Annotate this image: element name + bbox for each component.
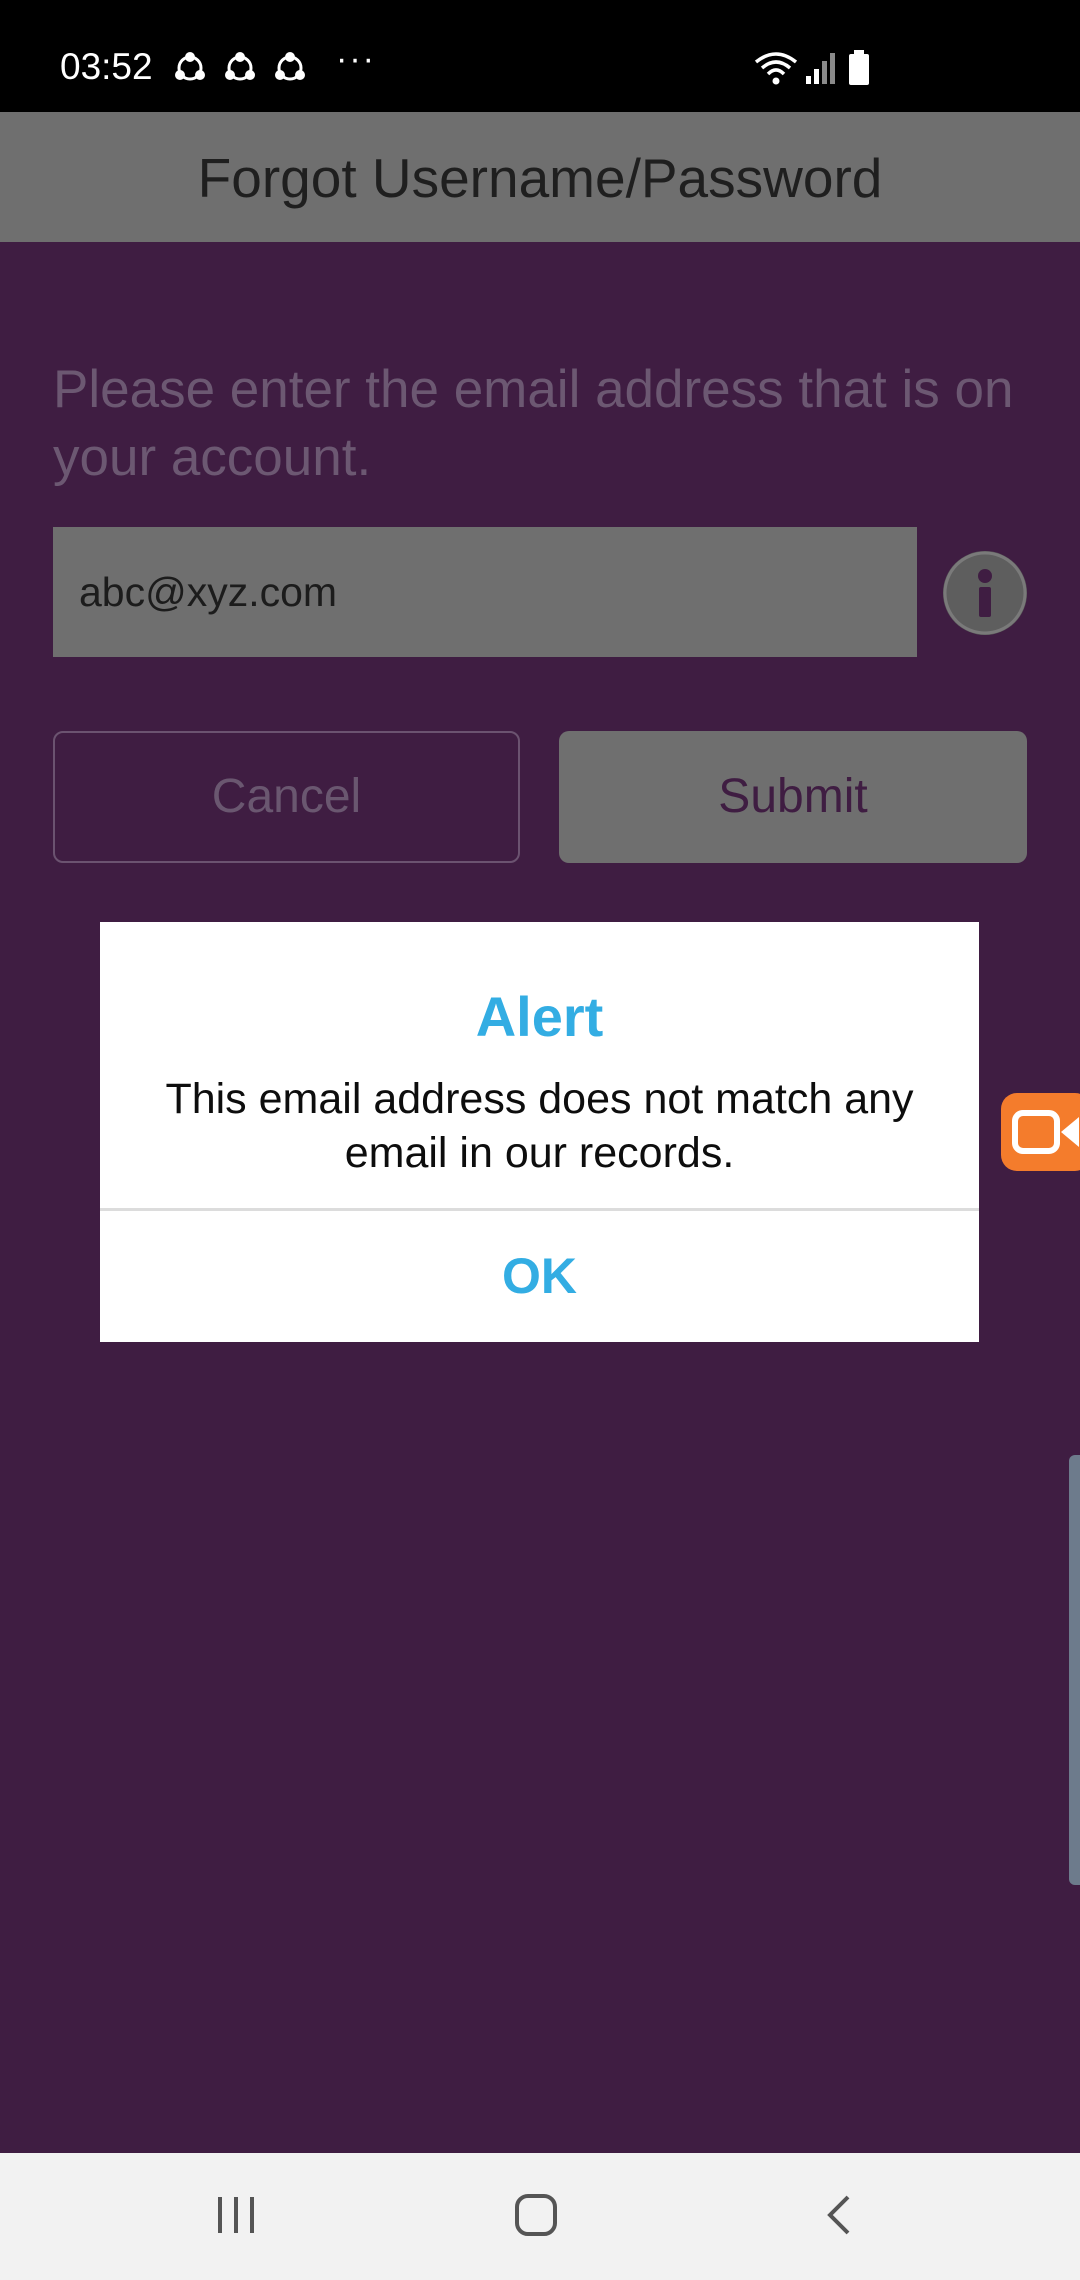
app-header: Forgot Username/Password bbox=[0, 112, 1080, 242]
video-camera-icon bbox=[1012, 1110, 1079, 1154]
email-prompt: Please enter the email address that is o… bbox=[53, 360, 1014, 487]
status-bar: 03:52 ··· bbox=[0, 0, 1080, 112]
more-notifications-indicator: ··· bbox=[336, 40, 376, 78]
cancel-button[interactable]: Cancel bbox=[53, 731, 520, 863]
dialog-title: Alert bbox=[475, 985, 604, 1048]
info-icon bbox=[943, 551, 1027, 635]
screen-recorder-button[interactable] bbox=[1001, 1093, 1080, 1171]
share-icon bbox=[275, 52, 305, 81]
share-icon bbox=[225, 52, 255, 81]
status-time: 03:52 bbox=[60, 46, 153, 87]
back-icon[interactable] bbox=[822, 2193, 856, 2237]
page-title: Forgot Username/Password bbox=[197, 147, 883, 209]
home-icon[interactable] bbox=[514, 2193, 558, 2237]
share-icon bbox=[175, 52, 205, 81]
ok-button[interactable]: OK bbox=[100, 1211, 979, 1342]
alert-dialog: Alert This email address does not match … bbox=[100, 922, 979, 1342]
wifi-icon bbox=[754, 52, 798, 85]
scroll-indicator[interactable] bbox=[1069, 1455, 1080, 1885]
battery-icon bbox=[849, 50, 869, 85]
submit-button[interactable]: Submit bbox=[559, 731, 1027, 863]
email-field[interactable]: abc@xyz.com bbox=[53, 527, 917, 657]
navigation-bar bbox=[0, 2153, 1080, 2280]
signal-icon bbox=[806, 53, 835, 84]
recent-apps-icon[interactable] bbox=[214, 2193, 258, 2237]
dialog-message: This email address does not match any em… bbox=[165, 1075, 914, 1177]
info-button[interactable] bbox=[943, 551, 1027, 635]
